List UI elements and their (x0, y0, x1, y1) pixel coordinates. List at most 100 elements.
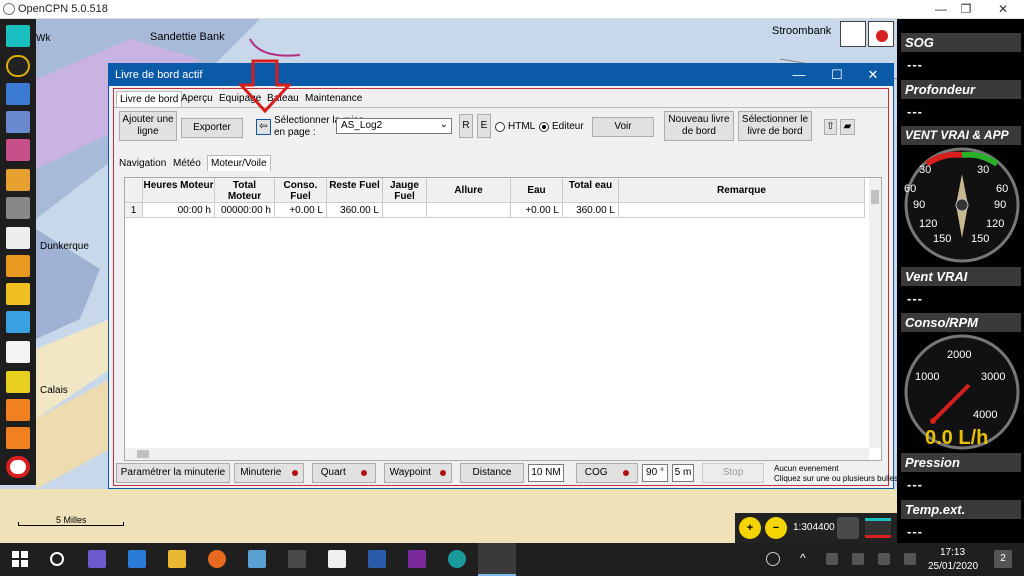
cog-minutes-input[interactable]: 5 m (672, 464, 694, 482)
notification-icon[interactable]: 2 (994, 550, 1012, 568)
route-icon[interactable] (6, 83, 30, 105)
rocket-icon[interactable] (6, 311, 30, 333)
dialog-close-button[interactable]: ✕ (855, 67, 891, 83)
app-chat-icon[interactable] (128, 550, 146, 568)
track-icon[interactable] (6, 139, 30, 161)
subtab-navigation[interactable]: Navigation (116, 156, 169, 172)
export-button[interactable]: Exporter (181, 118, 243, 138)
arrow-left-icon[interactable]: ⇦ (256, 119, 271, 135)
row-number[interactable]: 1 (125, 203, 143, 218)
firefox-icon[interactable] (208, 550, 226, 568)
logbook-icon[interactable] (6, 341, 30, 363)
layout-select[interactable]: AS_Log2 ⌄ (336, 118, 452, 134)
stop-button[interactable]: Stop (702, 463, 764, 483)
col-total-moteur[interactable]: Total Moteur (215, 178, 275, 203)
cell-eau[interactable]: +0.00 L (511, 203, 563, 218)
mob-icon[interactable] (6, 456, 30, 478)
cell-reste-fuel[interactable]: 360.00 L (327, 203, 383, 218)
onenote-icon[interactable] (408, 550, 426, 568)
wifi-icon[interactable] (852, 553, 864, 565)
north-up-icon[interactable] (840, 21, 866, 47)
cell-remarque[interactable] (619, 203, 865, 218)
clock-date[interactable]: 25/01/2020 (928, 561, 978, 572)
vertical-scrollbar[interactable] (869, 178, 881, 448)
select-logbook-button[interactable]: Sélectionner le livre de bord (738, 111, 812, 141)
hscroll-thumb[interactable] (137, 450, 149, 458)
tools-icon[interactable] (6, 197, 30, 219)
cell-jauge-fuel[interactable] (383, 203, 427, 218)
zoom-out-icon[interactable]: − (765, 517, 787, 539)
cell-allure[interactable] (427, 203, 511, 218)
dialog-minimize-button[interactable]: — (781, 67, 817, 82)
zoom-in-icon[interactable]: + (739, 517, 761, 539)
watch-button[interactable]: Quart (312, 463, 376, 483)
people-icon[interactable] (766, 552, 780, 566)
tracking-icon[interactable] (868, 21, 894, 47)
vscroll-thumb[interactable] (871, 190, 879, 204)
new-logbook-button[interactable]: Nouveau livre de bord (664, 111, 734, 141)
network-icon[interactable] (826, 553, 838, 565)
file-explorer-icon[interactable] (168, 550, 186, 568)
col-heures-moteur[interactable]: Heures Moteur (143, 178, 215, 203)
tides-icon[interactable] (6, 283, 30, 305)
arduino-icon[interactable] (448, 550, 466, 568)
tab-livre-de-bord[interactable]: Livre de bord (116, 91, 183, 107)
cell-total-eau[interactable]: 360.00 L (563, 203, 619, 218)
book-icon[interactable]: ▰ (840, 119, 855, 135)
route-manager-icon[interactable] (6, 111, 30, 133)
col-allure[interactable]: Allure (427, 178, 511, 203)
plugin-orange-icon[interactable] (6, 399, 30, 421)
subtab-meteo[interactable]: Météo (170, 156, 204, 172)
app-dark-icon[interactable] (288, 550, 306, 568)
app-s-icon[interactable] (328, 550, 346, 568)
editor-radio[interactable] (539, 122, 549, 132)
timer-button[interactable]: Minuterie (234, 463, 304, 483)
up-arrow-icon[interactable]: ⇧ (824, 119, 837, 135)
timer-settings-button[interactable]: Paramétrer la minuterie (116, 463, 230, 483)
cog-button[interactable]: COG (576, 463, 638, 483)
settings-icon[interactable] (6, 55, 30, 77)
close-button[interactable]: ✕ (980, 1, 1024, 18)
app-house-icon[interactable] (88, 550, 106, 568)
plugin-orange2-icon[interactable] (6, 427, 30, 449)
subtab-moteur-voile[interactable]: Moteur/Voile (207, 155, 271, 171)
tray-chevron-icon[interactable]: ^ (800, 551, 806, 565)
col-eau[interactable]: Eau (511, 178, 563, 203)
dialog-titlebar[interactable]: Livre de bord actif — ☐ ✕ (109, 64, 893, 86)
cell-heures-moteur[interactable]: 00:00 h (143, 203, 215, 218)
volume-icon[interactable] (878, 553, 890, 565)
clock-time[interactable]: 17:13 (940, 547, 965, 558)
start-icon[interactable] (11, 550, 29, 568)
hamburger-icon[interactable] (6, 25, 30, 47)
chart-quilting-icon[interactable] (837, 517, 859, 539)
horizontal-scrollbar[interactable] (125, 448, 869, 460)
col-remarque[interactable]: Remarque (619, 178, 865, 203)
menu-icon[interactable] (865, 518, 891, 538)
col-total-eau[interactable]: Total eau (563, 178, 619, 203)
keyboard-icon[interactable] (904, 553, 916, 565)
tab-maintenance[interactable]: Maintenance (302, 91, 365, 107)
search-icon[interactable] (6, 255, 30, 277)
opencpn-taskbar-icon[interactable] (478, 543, 516, 576)
pointer-icon[interactable] (6, 371, 30, 393)
tab-apercu[interactable]: Aperçu (178, 91, 216, 107)
cell-conso-fuel[interactable]: +0.00 L (275, 203, 327, 218)
search-taskbar-icon[interactable] (50, 552, 64, 566)
e-button[interactable]: E (477, 114, 491, 138)
col-reste-fuel[interactable]: Reste Fuel (327, 178, 383, 203)
r-button[interactable]: R (459, 114, 473, 138)
distance-button[interactable]: Distance (460, 463, 524, 483)
distance-input[interactable]: 10 NM (528, 464, 564, 482)
view-button[interactable]: Voir (592, 117, 654, 137)
add-line-button[interactable]: Ajouter une ligne (119, 111, 177, 141)
ais-icon[interactable] (6, 169, 30, 191)
col-jauge-fuel[interactable]: Jauge Fuel (383, 178, 427, 203)
cog-input[interactable]: 90 ° (642, 464, 668, 482)
html-radio[interactable] (495, 122, 505, 132)
app-notes-icon[interactable] (248, 550, 266, 568)
app-n-icon[interactable] (368, 550, 386, 568)
print-icon[interactable] (6, 227, 30, 249)
cell-total-moteur[interactable]: 00000:00 h (215, 203, 275, 218)
dialog-maximize-button[interactable]: ☐ (819, 67, 855, 83)
waypoint-button[interactable]: Waypoint (384, 463, 452, 483)
